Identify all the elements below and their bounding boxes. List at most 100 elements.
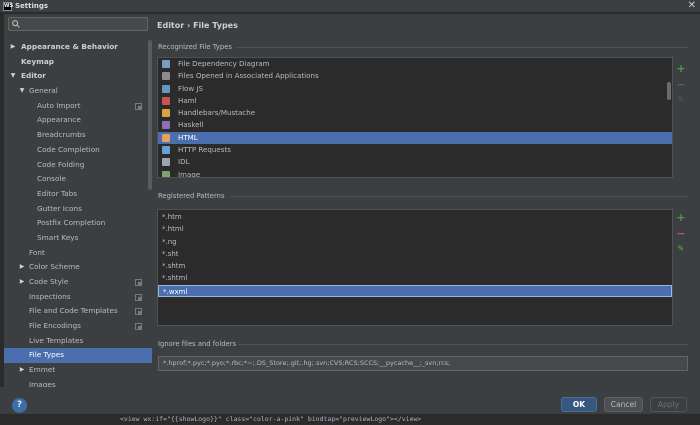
sidebar-item-general[interactable]: ▼ General — [4, 84, 152, 99]
http-icon — [162, 146, 170, 155]
pattern-row[interactable]: *.htm — [158, 211, 672, 223]
divider — [236, 47, 688, 48]
sidebar-item-code-style[interactable]: ▶ Code Style — [4, 275, 152, 290]
sidebar-item-smart-keys[interactable]: Smart Keys — [4, 231, 152, 246]
file-type-label: IDL — [178, 157, 190, 167]
sidebar-item-keymap[interactable]: Keymap — [4, 55, 152, 70]
haml-icon — [162, 96, 170, 105]
registered-patterns-list[interactable]: *.htm *.html *.ng *.sht *.shtm *.shtml *.wxml — [157, 209, 673, 326]
help-icon[interactable]: ? — [12, 398, 27, 413]
pattern-row[interactable]: *.html — [158, 223, 672, 235]
file-type-label: File Dependency Diagram — [178, 59, 270, 68]
sidebar-item-label: Code Folding — [37, 159, 85, 169]
app-logo-icon: WS — [3, 2, 14, 11]
sidebar-item-emmet[interactable]: ▶ Emmet — [4, 363, 152, 378]
sidebar-item-label: Code Style — [29, 277, 69, 286]
sidebar-item-color-scheme[interactable]: ▶ Color Scheme — [4, 260, 152, 275]
sidebar-item-live-templates[interactable]: Live Templates — [4, 334, 152, 349]
sidebar-item-label: Breadcrumbs — [37, 130, 86, 140]
pattern-row[interactable]: *.ng — [158, 236, 672, 248]
window-titlebar: WS Settings ✕ — [0, 0, 700, 13]
sidebar-item-label: Color Scheme — [29, 262, 80, 272]
sidebar-item-code-folding[interactable]: Code Folding — [4, 158, 152, 173]
sidebar-item-file-encodings[interactable]: File Encodings — [4, 319, 152, 334]
file-type-row[interactable]: Image — [158, 169, 672, 177]
sidebar-item-console[interactable]: Console — [4, 172, 152, 187]
sidebar-item-label: Images — [29, 379, 56, 387]
sidebar-item-images[interactable]: Images — [4, 378, 152, 387]
add-file-type-button[interactable]: + — [676, 63, 686, 74]
ignore-files-input[interactable]: *.hprof;*.pyc;*.pyo;*.rbc;*~;.DS_Store;.… — [158, 356, 688, 371]
sidebar-item-code-completion[interactable]: Code Completion — [4, 143, 152, 158]
file-type-row[interactable]: Handlebars/Mustache — [158, 107, 672, 119]
file-type-row[interactable]: IDL — [158, 156, 672, 168]
background-editor-code: <view wx:if="{{showLogo}}" class="color-… — [0, 414, 700, 425]
sidebar-item-label: General — [29, 86, 58, 96]
sidebar-item-label: Keymap — [21, 56, 54, 66]
sidebar-item-appearance[interactable]: Appearance — [4, 113, 152, 128]
pattern-row[interactable]: *.shtml — [158, 272, 672, 284]
sidebar-item-breadcrumbs[interactable]: Breadcrumbs — [4, 128, 152, 143]
file-type-label: Handlebars/Mustache — [178, 108, 256, 118]
file-type-row[interactable]: File Dependency Diagram — [158, 58, 672, 70]
code-line: <view wx:if="{{showLogo}}" class="color-… — [120, 415, 422, 423]
sidebar-item-appearance-behavior[interactable]: ▶ Appearance & Behavior — [4, 40, 152, 55]
search-input[interactable] — [8, 17, 148, 31]
file-type-row[interactable]: Files Opened in Associated Applications — [158, 70, 672, 82]
search-icon — [12, 20, 20, 28]
sidebar-item-label: Console — [37, 174, 66, 184]
diagram-icon — [162, 60, 170, 68]
sidebar-item-gutter-icons[interactable]: Gutter Icons — [4, 202, 152, 217]
file-type-row[interactable]: HTML — [158, 131, 672, 145]
project-scope-icon — [135, 293, 142, 301]
sidebar-item-file-types[interactable]: File Types — [4, 348, 152, 364]
file-type-row[interactable]: HTTP Requests — [158, 144, 672, 156]
edit-pattern-button[interactable]: ✎ — [676, 244, 686, 254]
sidebar-item-label: File Encodings — [29, 321, 81, 331]
chevron-right-icon[interactable]: ▶ — [18, 275, 26, 290]
file-type-row[interactable]: Haml — [158, 95, 672, 107]
ok-button[interactable]: OK — [561, 397, 597, 412]
sidebar-item-label: Smart Keys — [37, 232, 79, 242]
haskell-icon — [162, 121, 170, 130]
file-type-label: Haml — [178, 95, 197, 105]
sidebar-item-inspections[interactable]: Inspections — [4, 290, 152, 305]
file-types-list[interactable]: File Dependency Diagram Files Opened in A… — [157, 57, 673, 178]
sidebar-item-file-and-code-templates[interactable]: File and Code Templates — [4, 304, 152, 319]
file-types-scrollbar[interactable] — [667, 82, 671, 100]
chevron-down-icon[interactable]: ▼ — [18, 84, 26, 99]
chevron-right-icon[interactable]: ▶ — [9, 40, 17, 55]
chevron-down-icon[interactable]: ▼ — [9, 69, 17, 84]
pattern-row[interactable]: *.shtm — [158, 260, 672, 272]
close-icon[interactable]: ✕ — [688, 0, 696, 12]
chevron-right-icon[interactable]: ▶ — [18, 363, 26, 378]
remove-file-type-button[interactable]: − — [676, 79, 686, 90]
idl-icon — [162, 158, 170, 167]
sidebar-item-label: File Types — [29, 350, 65, 360]
file-type-label: Files Opened in Associated Applications — [178, 71, 319, 81]
sidebar-item-auto-import[interactable]: Auto Import — [4, 99, 152, 114]
file-type-row[interactable]: Flow JS — [158, 83, 672, 95]
sidebar-item-editor-tabs[interactable]: Editor Tabs — [4, 187, 152, 202]
recognized-file-types-label: Recognized File Types — [158, 43, 232, 51]
cancel-button[interactable]: Cancel — [604, 397, 643, 412]
pattern-row[interactable]: *.wxml — [158, 284, 672, 298]
sidebar-item-postfix-completion[interactable]: Postfix Completion — [4, 216, 152, 231]
project-scope-icon — [135, 102, 142, 110]
sidebar-item-label: Editor Tabs — [37, 188, 78, 198]
sidebar-item-font[interactable]: Font — [4, 246, 152, 261]
edit-file-type-button[interactable]: ✎ — [676, 95, 686, 105]
file-type-row[interactable]: Haskell — [158, 119, 672, 131]
project-scope-icon — [135, 323, 142, 331]
sidebar-item-label: Gutter Icons — [37, 203, 82, 213]
apply-button[interactable]: Apply — [650, 397, 687, 412]
sidebar-item-label: Live Templates — [29, 335, 84, 345]
sidebar-item-editor[interactable]: ▼ Editor — [4, 69, 152, 84]
add-pattern-button[interactable]: + — [676, 212, 686, 223]
pattern-row[interactable]: *.sht — [158, 248, 672, 260]
remove-pattern-button[interactable]: − — [676, 228, 686, 239]
html-icon — [162, 133, 170, 142]
chevron-right-icon[interactable]: ▶ — [18, 260, 26, 275]
breadcrumb: Editor › File Types — [157, 21, 238, 30]
file-type-label: Flow JS — [178, 83, 204, 93]
